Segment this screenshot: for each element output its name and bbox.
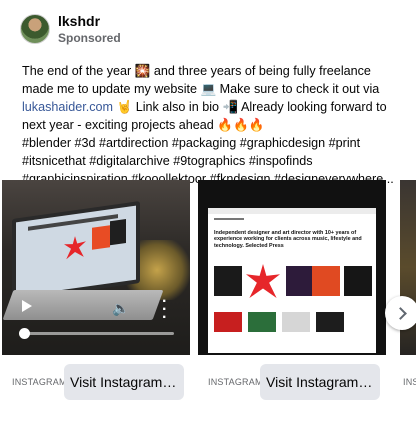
site-nav-line <box>214 218 244 220</box>
ad-carousel: 🔈 ··· INSTAGRAM.C... Visit Instagram pro… <box>0 180 416 442</box>
card-domain: INSTA <box>403 377 416 387</box>
website-screenshot: Independent designer and art director wi… <box>208 208 376 353</box>
post-header: lkshdr Sponsored <box>20 12 121 46</box>
red-starburst-graphic <box>246 264 280 298</box>
play-icon[interactable] <box>22 300 32 312</box>
website-link[interactable]: lukashaider.com <box>22 100 113 114</box>
site-thumbnail <box>312 266 340 296</box>
site-thumbnail <box>344 266 372 296</box>
site-thumbnail <box>214 266 242 296</box>
site-thumbnail <box>286 266 314 296</box>
author-block: lkshdr Sponsored <box>58 13 121 46</box>
visit-profile-button[interactable]: Visit Instagram profile <box>64 364 184 400</box>
screen-thumbnail <box>92 225 110 250</box>
author-name[interactable]: lkshdr <box>58 13 121 30</box>
post-caption: The end of the year 🎇 and three years of… <box>22 62 394 188</box>
video-progress-bar[interactable] <box>19 328 174 339</box>
carousel-card-video[interactable]: 🔈 ··· INSTAGRAM.C... Visit Instagram pro… <box>2 180 190 400</box>
site-thumbnail <box>316 312 344 332</box>
carousel-next-button[interactable] <box>385 296 416 330</box>
avatar[interactable] <box>20 14 50 44</box>
card-image[interactable]: Independent designer and art director wi… <box>198 180 386 355</box>
site-headline: Independent designer and art director wi… <box>214 230 362 249</box>
red-starburst-graphic <box>64 235 86 260</box>
hashtags-line[interactable]: #itsnicethat #digitalarchive #9tographic… <box>22 152 394 170</box>
screen-thumbnail <box>110 218 126 246</box>
site-thumbnail <box>214 312 242 332</box>
video-progress-handle[interactable] <box>19 328 30 339</box>
video-player[interactable]: 🔈 · · · <box>2 180 190 355</box>
site-thumbnail <box>282 312 310 332</box>
chevron-right-icon <box>394 306 407 320</box>
carousel-card-image[interactable]: Independent designer and art director wi… <box>198 180 386 400</box>
caption-text: The end of the year 🎇 and three years of… <box>22 64 380 96</box>
browser-bar <box>208 208 376 214</box>
site-thumbnail <box>248 312 276 332</box>
visit-profile-button[interactable]: Visit Instagram profile <box>260 364 380 400</box>
hashtags-line[interactable]: #blender #3d #artdirection #packaging #g… <box>22 134 394 152</box>
card-footer: INSTA <box>400 363 416 401</box>
sponsored-label: Sponsored <box>58 30 121 45</box>
volume-icon[interactable]: 🔈 <box>112 300 129 317</box>
card-footer: INSTAGRAM.C... Visit Instagram profile <box>2 363 190 401</box>
carousel-card-partial[interactable]: INSTA <box>400 180 416 400</box>
more-options-icon[interactable]: · · · <box>162 294 167 326</box>
card-footer: INSTAGRAM.C... Visit Instagram profile <box>198 363 386 401</box>
